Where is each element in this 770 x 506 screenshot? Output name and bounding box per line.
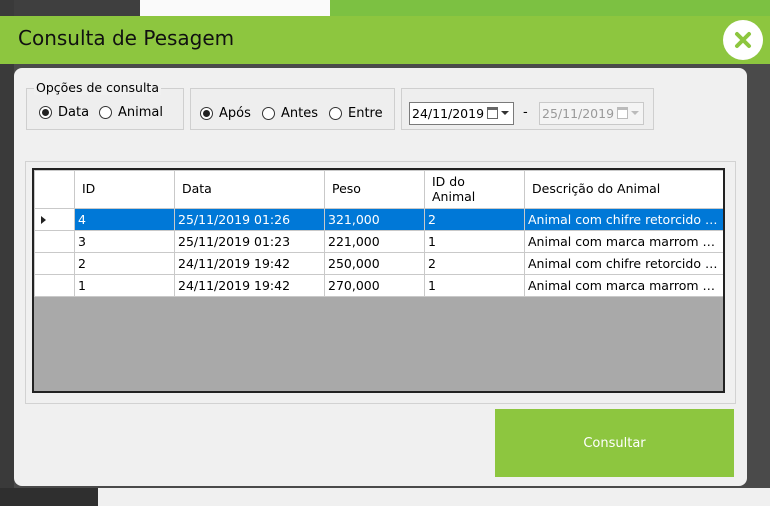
background-app-banner	[330, 0, 770, 16]
cell-peso[interactable]: 270,000	[324, 274, 425, 297]
cell-peso[interactable]: 250,000	[324, 252, 425, 275]
table-row[interactable]: 3 25/11/2019 01:23 221,000 1 Animal com …	[34, 230, 723, 253]
cell-id-animal[interactable]: 1	[424, 274, 525, 297]
radio-entre-label: Entre	[348, 106, 383, 121]
calendar-dropdown-icon-disabled	[617, 107, 639, 119]
cell-id[interactable]: 2	[74, 252, 175, 275]
cell-peso[interactable]: 221,000	[324, 230, 425, 253]
row-header-selected[interactable]	[34, 208, 75, 231]
cell-id-animal[interactable]: 1	[424, 230, 525, 253]
row-header[interactable]	[34, 252, 75, 275]
column-header-peso[interactable]: Peso	[324, 170, 425, 209]
start-date-value: 24/11/2019	[412, 106, 485, 121]
dialog-title: Consulta de Pesagem	[18, 26, 235, 50]
cell-data[interactable]: 24/11/2019 19:42	[174, 274, 325, 297]
radio-entre-dot[interactable]	[329, 107, 342, 120]
radio-animal[interactable]: Animal	[99, 105, 163, 120]
cell-data[interactable]: 25/11/2019 01:26	[174, 208, 325, 231]
table-row[interactable]: 4 25/11/2019 01:26 321,000 2 Animal com …	[34, 208, 723, 231]
start-date-picker[interactable]: 24/11/2019	[409, 102, 514, 125]
date-filter-group: Após Antes Entre	[190, 88, 395, 130]
query-options-group: Opções de consulta Data Animal	[26, 80, 184, 130]
end-date-value: 25/11/2019	[542, 106, 615, 121]
query-options-legend: Opções de consulta	[34, 80, 161, 95]
column-header-data[interactable]: Data	[174, 170, 325, 209]
radio-apos-label: Após	[219, 106, 251, 121]
cell-descricao[interactable]: Animal com marca marrom no ...	[524, 230, 723, 253]
radio-entre[interactable]: Entre	[329, 106, 383, 121]
end-date-picker[interactable]: 25/11/2019	[539, 102, 644, 125]
background-app-bottom-panel	[98, 488, 770, 506]
cell-id[interactable]: 3	[74, 230, 175, 253]
cell-id[interactable]: 4	[74, 208, 175, 231]
table-row[interactable]: 2 24/11/2019 19:42 250,000 2 Animal com …	[34, 252, 723, 275]
current-row-arrow-icon	[41, 215, 46, 224]
radio-apos[interactable]: Após	[200, 106, 251, 121]
radio-apos-dot[interactable]	[200, 107, 213, 120]
cell-descricao[interactable]: Animal com chifre retorcido pa...	[524, 252, 723, 275]
title-bar: Consulta de Pesagem	[0, 16, 770, 64]
grid-header-row: ID Data Peso ID do Animal Descrição do A…	[34, 170, 723, 209]
cell-descricao[interactable]: Animal com chifre retorcido pa...	[524, 208, 723, 231]
background-app-strip	[140, 0, 330, 16]
row-header[interactable]	[34, 230, 75, 253]
radio-data-dot[interactable]	[39, 106, 52, 119]
close-button[interactable]	[723, 20, 763, 60]
grid-corner-cell[interactable]	[34, 170, 75, 209]
cell-peso[interactable]: 321,000	[324, 208, 425, 231]
radio-antes[interactable]: Antes	[262, 106, 318, 121]
calendar-dropdown-icon[interactable]	[487, 107, 509, 119]
cell-id-animal[interactable]: 2	[424, 208, 525, 231]
row-header[interactable]	[34, 274, 75, 297]
date-range-separator: -	[523, 105, 528, 120]
cell-id-animal[interactable]: 2	[424, 252, 525, 275]
cell-data[interactable]: 25/11/2019 01:23	[174, 230, 325, 253]
column-header-descricao[interactable]: Descrição do Animal	[524, 170, 723, 209]
cell-data[interactable]: 24/11/2019 19:42	[174, 252, 325, 275]
cell-descricao[interactable]: Animal com marca marrom no ...	[524, 274, 723, 297]
cell-id[interactable]: 1	[74, 274, 175, 297]
consultar-button[interactable]: Consultar	[495, 409, 734, 477]
radio-data-label: Data	[58, 105, 90, 120]
close-icon	[735, 32, 751, 48]
pesagem-data-grid[interactable]: ID Data Peso ID do Animal Descrição do A…	[32, 168, 725, 393]
radio-animal-dot[interactable]	[99, 106, 112, 119]
column-header-id[interactable]: ID	[74, 170, 175, 209]
radio-data[interactable]: Data	[39, 105, 89, 120]
radio-antes-dot[interactable]	[262, 107, 275, 120]
radio-antes-label: Antes	[281, 106, 319, 121]
radio-animal-label: Animal	[118, 105, 163, 120]
column-header-id-animal[interactable]: ID do Animal	[424, 170, 525, 209]
table-row[interactable]: 1 24/11/2019 19:42 270,000 1 Animal com …	[34, 274, 723, 297]
